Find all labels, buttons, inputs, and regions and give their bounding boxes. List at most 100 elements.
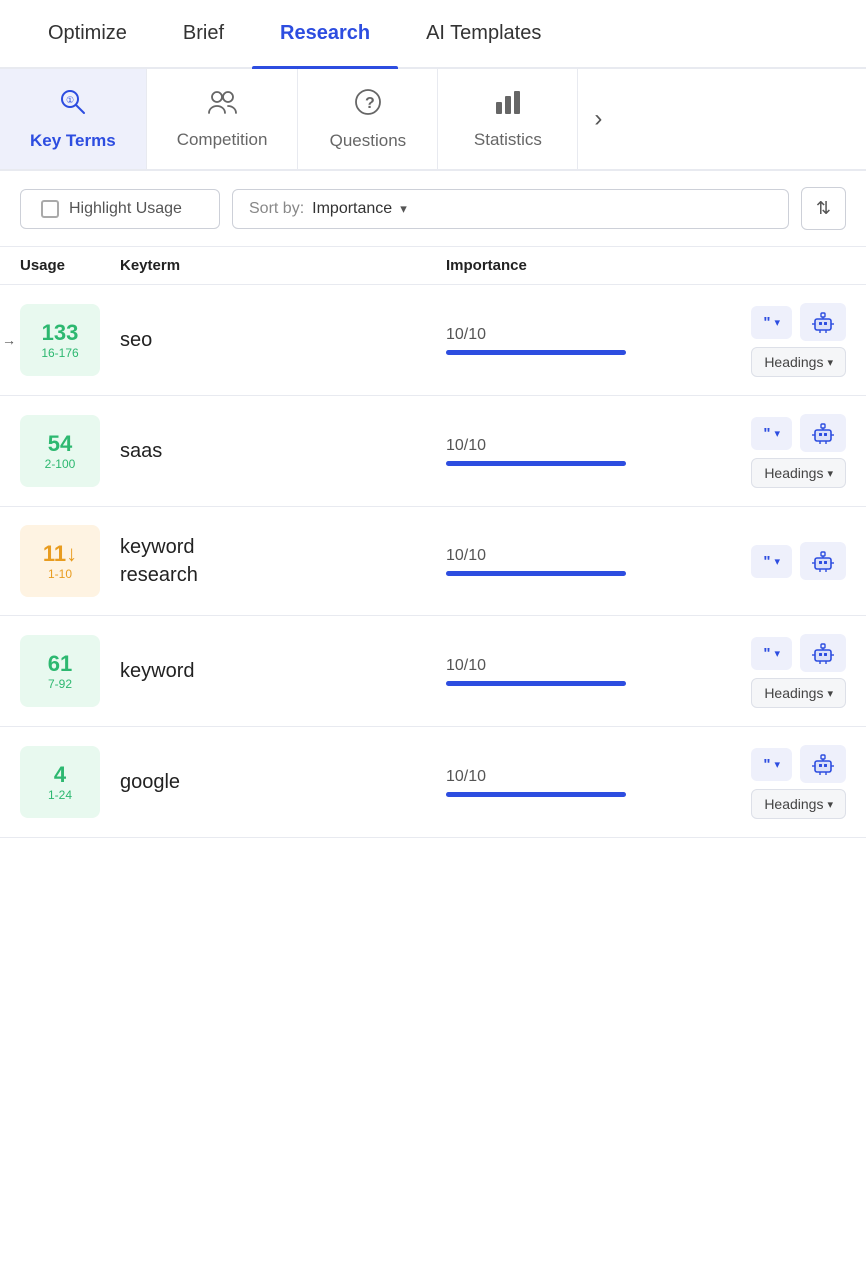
quote-icon: ": [763, 756, 770, 773]
table-row: 11↓1-10keywordresearch10/10"▾: [0, 507, 866, 616]
usage-badge-google: 41-24: [20, 746, 100, 818]
sub-nav-next-chevron[interactable]: ›: [578, 69, 618, 169]
importance-col: 10/10: [446, 437, 686, 466]
top-nav-tab-research[interactable]: Research: [252, 0, 398, 67]
filter-icon-button[interactable]: ⇅: [801, 187, 846, 230]
headings-button[interactable]: Headings▾: [751, 347, 846, 377]
highlight-checkbox[interactable]: [41, 200, 59, 218]
table-row: 617-92keyword10/10"▾ Headings▾: [0, 616, 866, 727]
ai-button[interactable]: [800, 303, 846, 341]
keyterm-col: seo: [100, 326, 446, 354]
importance-score: 10/10: [446, 547, 686, 565]
usage-count: 61: [48, 651, 72, 677]
highlight-usage-toggle[interactable]: Highlight Usage: [20, 189, 220, 229]
col-importance-header: Importance: [446, 257, 686, 274]
top-nav-tab-brief[interactable]: Brief: [155, 0, 252, 67]
quote-button[interactable]: "▾: [751, 637, 792, 670]
keyterm-col: saas: [100, 437, 446, 465]
questions-icon: ?: [353, 87, 383, 121]
quote-icon: ": [763, 314, 770, 331]
importance-col: 10/10: [446, 768, 686, 797]
statistics-icon: [493, 88, 523, 120]
usage-badge-keyword: 617-92: [20, 635, 100, 707]
keyterm-text: seo: [120, 326, 446, 354]
quote-button[interactable]: "▾: [751, 417, 792, 450]
usage-count: 11↓: [43, 541, 77, 567]
table-header: Usage Keyterm Importance: [0, 247, 866, 285]
actions-col: "▾ Headings▾: [686, 634, 846, 708]
importance-bar-fill: [446, 571, 626, 576]
sub-nav-tab-competition[interactable]: Competition: [147, 69, 299, 169]
col-keyterm-header: Keyterm: [110, 257, 446, 274]
ai-button[interactable]: [800, 634, 846, 672]
action-row-top: "▾: [751, 745, 846, 783]
usage-range: 2-100: [45, 457, 76, 471]
action-row-top: "▾: [751, 634, 846, 672]
sub-nav-tab-questions[interactable]: ? Questions: [298, 69, 438, 169]
importance-col: 10/10: [446, 547, 686, 576]
action-row-top: "▾: [751, 414, 846, 452]
headings-button[interactable]: Headings▾: [751, 678, 846, 708]
usage-count: 54: [48, 431, 72, 457]
keyterm-text: saas: [120, 437, 446, 465]
quote-button[interactable]: "▾: [751, 748, 792, 781]
robot-icon: [812, 422, 834, 444]
headings-label: Headings: [764, 796, 823, 812]
questions-label: Questions: [330, 131, 407, 151]
importance-bar-fill: [446, 681, 626, 686]
col-usage-header: Usage: [20, 257, 110, 274]
headings-chevron-icon: ▾: [827, 687, 833, 700]
quote-button[interactable]: "▾: [751, 545, 792, 578]
svg-text:①: ①: [66, 95, 74, 105]
keyterm-text: keyword: [120, 657, 446, 685]
sub-nav-tab-statistics[interactable]: Statistics: [438, 69, 578, 169]
importance-bar-fill: [446, 461, 626, 466]
top-nav-tab-ai-templates[interactable]: AI Templates: [398, 0, 569, 67]
usage-range: 1-10: [48, 567, 72, 581]
keyterm-text: keywordresearch: [120, 533, 446, 589]
keyterm-col: google: [100, 768, 446, 796]
headings-chevron-icon: ▾: [827, 356, 833, 369]
sort-label: Sort by:: [249, 200, 304, 218]
top-nav-tab-optimize[interactable]: Optimize: [20, 0, 155, 67]
svg-text:?: ?: [365, 95, 375, 112]
quote-chevron-icon: ▾: [774, 555, 780, 568]
importance-score: 10/10: [446, 657, 686, 675]
importance-score: 10/10: [446, 768, 686, 786]
highlight-label: Highlight Usage: [69, 200, 182, 218]
table-body: 13316-176seo10/10"▾ Headings▾542-100saas…: [0, 285, 866, 838]
sort-value: Importance: [312, 200, 392, 218]
sub-nav: ① Key Terms Competition ? Questions Stat…: [0, 69, 866, 171]
ai-button[interactable]: [800, 745, 846, 783]
ai-button[interactable]: [800, 414, 846, 452]
sub-nav-tab-key-terms[interactable]: ① Key Terms: [0, 69, 147, 169]
sort-dropdown[interactable]: Sort by: Importance ▾: [232, 189, 789, 229]
importance-bar-bg: [446, 681, 626, 686]
table-row: 41-24google10/10 "▾ Headings▾: [0, 727, 866, 838]
table-row: 542-100saas10/10"▾ Headings▾: [0, 396, 866, 507]
competition-label: Competition: [177, 130, 268, 150]
importance-score: 10/10: [446, 326, 686, 344]
competition-icon: [207, 88, 237, 120]
importance-bar-bg: [446, 792, 626, 797]
headings-button[interactable]: Headings▾: [751, 458, 846, 488]
keyterm-col: keywordresearch: [100, 533, 446, 589]
ai-button[interactable]: [800, 542, 846, 580]
quote-icon: ": [763, 553, 770, 570]
action-row-top: "▾: [751, 303, 846, 341]
key-terms-label: Key Terms: [30, 131, 116, 151]
quote-icon: ": [763, 645, 770, 662]
key-terms-icon: ①: [58, 87, 88, 121]
quote-button[interactable]: "▾: [751, 306, 792, 339]
robot-icon: [812, 550, 834, 572]
importance-col: 10/10: [446, 326, 686, 355]
actions-col: "▾ Headings▾: [686, 414, 846, 488]
usage-count: 4: [54, 762, 66, 788]
top-nav: OptimizeBriefResearchAI Templates: [0, 0, 866, 69]
usage-badge-seo: 13316-176: [20, 304, 100, 376]
importance-col: 10/10: [446, 657, 686, 686]
actions-col: "▾: [686, 542, 846, 580]
quote-icon: ": [763, 425, 770, 442]
headings-button[interactable]: Headings▾: [751, 789, 846, 819]
usage-range: 7-92: [48, 677, 72, 691]
